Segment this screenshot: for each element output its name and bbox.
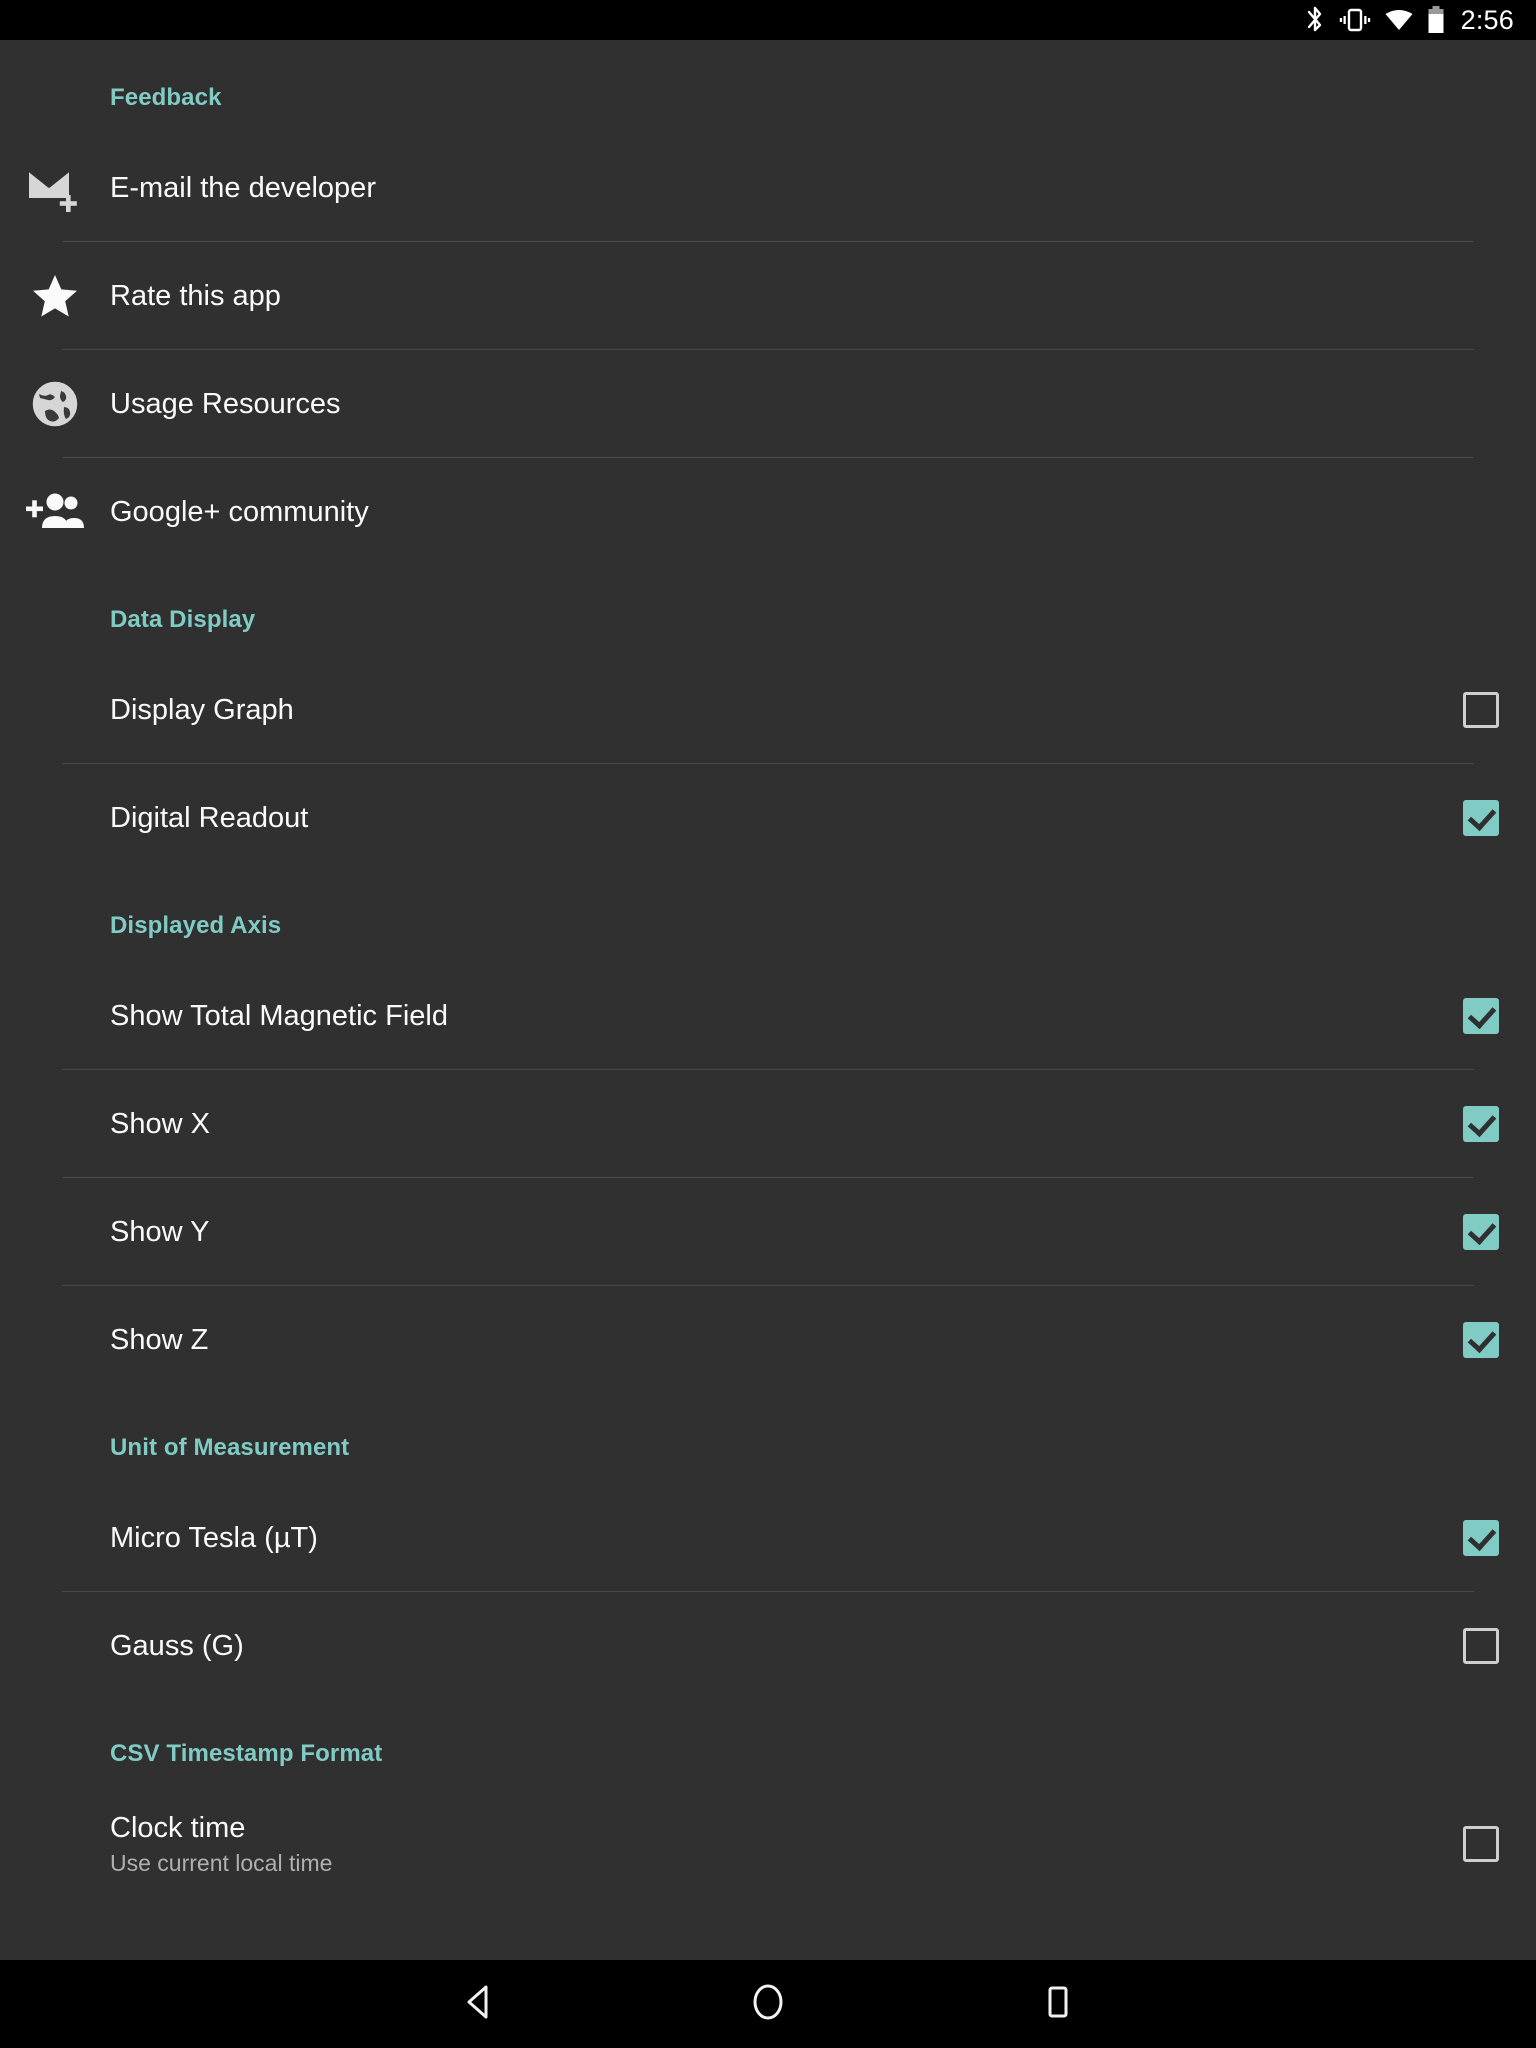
- checkbox-checked-icon[interactable]: [1463, 1520, 1499, 1556]
- checkbox-display-graph[interactable]: [1426, 692, 1536, 728]
- row-sublabel: Use current local time: [110, 1849, 333, 1876]
- row-label: Rate this app: [110, 279, 281, 312]
- navigation-bar: [0, 1960, 1536, 2048]
- checkbox-show-x[interactable]: [1426, 1106, 1536, 1142]
- checkbox-checked-icon[interactable]: [1463, 998, 1499, 1034]
- row-micro-tesla[interactable]: Micro Tesla (µT): [0, 1484, 1536, 1592]
- checkbox-checked-icon[interactable]: [1463, 800, 1499, 836]
- checkbox-unchecked-icon[interactable]: [1463, 1826, 1499, 1862]
- row-label: Clock time: [110, 1811, 246, 1844]
- bluetooth-icon: [1304, 5, 1326, 35]
- row-label: Show X: [110, 1107, 210, 1140]
- section-header-displayed-axis: Displayed Axis: [110, 912, 282, 939]
- row-show-x[interactable]: Show X: [0, 1070, 1536, 1178]
- person-add-icon: [0, 490, 110, 534]
- checkbox-gauss[interactable]: [1426, 1628, 1536, 1664]
- status-bar: 2:56: [0, 0, 1536, 40]
- checkbox-digital-readout[interactable]: [1426, 800, 1536, 836]
- row-display-graph[interactable]: Display Graph: [0, 656, 1536, 764]
- row-show-y[interactable]: Show Y: [0, 1178, 1536, 1286]
- android-screen: 2:56 Feedback E-mail the developer Rate …: [0, 0, 1536, 2048]
- checkbox-clock-time[interactable]: [1426, 1826, 1536, 1862]
- row-email-the-developer[interactable]: E-mail the developer: [0, 134, 1536, 242]
- back-triangle-icon[interactable]: [457, 1981, 499, 2028]
- row-label: E-mail the developer: [110, 171, 376, 204]
- section-header-unit-of-measurement: Unit of Measurement: [110, 1434, 350, 1461]
- status-bar-clock: 2:56: [1460, 4, 1514, 35]
- checkbox-unchecked-icon[interactable]: [1463, 1628, 1499, 1664]
- settings-list[interactable]: Feedback E-mail the developer Rate this: [0, 40, 1536, 1960]
- row-label: Show Total Magnetic Field: [110, 999, 448, 1032]
- row-label: Micro Tesla (µT): [110, 1521, 318, 1554]
- row-label: Display Graph: [110, 693, 294, 726]
- back-button[interactable]: [378, 1981, 578, 2028]
- section-header-feedback: Feedback: [110, 84, 222, 111]
- row-show-z[interactable]: Show Z: [0, 1286, 1536, 1394]
- globe-icon: [0, 380, 110, 428]
- row-digital-readout[interactable]: Digital Readout: [0, 764, 1536, 872]
- checkbox-checked-icon[interactable]: [1463, 1322, 1499, 1358]
- email-add-icon: [0, 163, 110, 213]
- checkbox-checked-icon[interactable]: [1463, 1106, 1499, 1142]
- section-header-data-display: Data Display: [110, 606, 256, 633]
- section-header-csv-timestamp-format: CSV Timestamp Format: [110, 1740, 383, 1767]
- checkbox-show-y[interactable]: [1426, 1214, 1536, 1250]
- row-usage-resources[interactable]: Usage Resources: [0, 350, 1536, 458]
- row-label: Google+ community: [110, 495, 369, 528]
- home-button[interactable]: [668, 1981, 868, 2028]
- row-clock-time[interactable]: Clock time Use current local time: [0, 1790, 1536, 1898]
- row-label-block: Clock time Use current local time: [0, 1812, 1426, 1877]
- checkbox-show-z[interactable]: [1426, 1322, 1536, 1358]
- home-circle-icon[interactable]: [747, 1981, 789, 2028]
- checkbox-show-total-magnetic-field[interactable]: [1426, 998, 1536, 1034]
- recents-button[interactable]: [958, 1981, 1158, 2028]
- row-label: Usage Resources: [110, 387, 341, 420]
- row-label: Show Y: [110, 1215, 210, 1248]
- row-label: Gauss (G): [110, 1629, 244, 1662]
- row-gauss[interactable]: Gauss (G): [0, 1592, 1536, 1700]
- star-icon: [0, 273, 110, 319]
- recents-square-icon[interactable]: [1037, 1981, 1079, 2028]
- vibrate-icon: [1339, 6, 1371, 34]
- battery-icon: [1427, 5, 1445, 35]
- row-label: Digital Readout: [110, 801, 309, 834]
- row-label: Show Z: [110, 1323, 209, 1356]
- checkbox-checked-icon[interactable]: [1463, 1214, 1499, 1250]
- row-show-total-magnetic-field[interactable]: Show Total Magnetic Field: [0, 962, 1536, 1070]
- checkbox-unchecked-icon[interactable]: [1463, 692, 1499, 728]
- row-rate-this-app[interactable]: Rate this app: [0, 242, 1536, 350]
- checkbox-micro-tesla[interactable]: [1426, 1520, 1536, 1556]
- row-google-plus-community[interactable]: Google+ community: [0, 458, 1536, 566]
- wifi-icon: [1384, 8, 1414, 32]
